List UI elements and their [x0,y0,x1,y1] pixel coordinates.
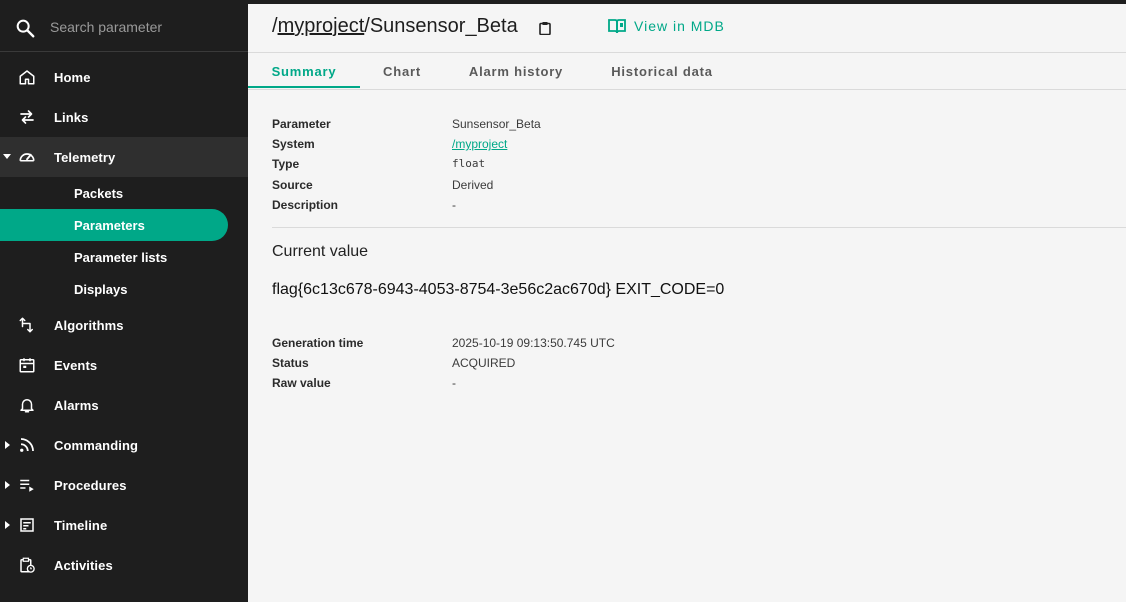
field-label: Type [272,157,300,171]
section-divider [272,227,1126,228]
sidebar-item-alarms[interactable]: Alarms [0,385,248,425]
main-content: /myproject/Sunsensor_Beta View in MDB Su… [248,4,1126,602]
sidebar-item-label: Links [54,109,89,125]
sidebar-subitem-packets[interactable]: Packets [0,177,228,209]
active-tab-indicator [248,86,360,88]
top-strip [0,0,1126,4]
gauge-icon [19,153,35,162]
tab-alarm-history[interactable]: Alarm history [450,53,582,89]
tab-historical-data[interactable]: Historical data [592,53,732,89]
field-label: Raw value [272,376,331,390]
sidebar-item-label: Commanding [54,437,139,453]
sidebar: Home Links Telemetry Packets Parameters … [0,0,248,602]
tab-label: Alarm history [468,63,564,79]
sidebar-item-label: Alarms [54,397,99,413]
caret-right-icon [5,481,10,489]
search-bar [0,4,248,52]
sidebar-subitem-label: Displays [74,281,128,297]
view-in-mdb-label: View in MDB [634,18,725,34]
caret-right-icon [5,521,10,529]
sidebar-subitem-label: Parameter lists [74,249,168,265]
field-value: ACQUIRED [452,356,516,370]
algorithm-icon [19,317,33,333]
sidebar-item-label: Telemetry [54,149,116,165]
field-value: Sunsensor_Beta [452,117,541,131]
tab-chart[interactable]: Chart [360,53,444,89]
clipboard-clock-icon [20,557,35,573]
tab-label: Chart [383,63,421,79]
current-value: flag{6c13c678-6943-4053-8754-3e56c2ac670… [272,281,725,298]
title-parameter-name: /Sunsensor_Beta [364,15,518,37]
field-label: System [272,137,315,151]
sidebar-item-activities[interactable]: Activities [0,545,248,585]
field-value: 2025-10-19 09:13:50.745 UTC [452,336,615,350]
search-input[interactable] [50,16,235,38]
swap-arrows-icon [20,110,34,124]
current-value-heading: Current value [272,243,369,260]
rss-feed-icon [20,438,34,452]
sidebar-item-algorithms[interactable]: Algorithms [0,305,248,345]
sidebar-item-home[interactable]: Home [0,57,248,97]
sidebar-item-timeline[interactable]: Timeline [0,505,248,545]
timeline-icon [20,518,34,532]
field-value: - [452,376,456,390]
sidebar-item-procedures[interactable]: Procedures [0,465,248,505]
system-link[interactable]: /myproject [452,137,507,151]
sidebar-subitem-parameters[interactable]: Parameters [0,209,228,241]
sidebar-subitem-parameter-lists[interactable]: Parameter lists [0,241,228,273]
view-in-mdb-link[interactable]: View in MDB [608,18,725,34]
bell-icon [20,399,34,413]
field-label: Description [272,198,339,212]
sidebar-item-label: Events [54,357,98,373]
clipboard-icon[interactable] [538,21,552,35]
sidebar-item-label: Procedures [54,477,127,493]
home-icon [19,70,35,85]
field-label: Parameter [272,117,331,131]
field-value: float [452,157,486,170]
sidebar-item-commanding[interactable]: Commanding [0,425,248,465]
sidebar-item-links[interactable]: Links [0,97,248,137]
sidebar-item-label: Activities [54,557,113,573]
playlist-play-icon [20,479,34,492]
calendar-icon [19,358,35,373]
field-label: Generation time [272,336,364,350]
page-title: /myproject/Sunsensor_Beta [272,15,518,38]
field-label: Status [272,356,309,370]
sidebar-item-label: Home [54,69,91,85]
field-value: /myproject [452,137,507,151]
tab-bar: Summary Chart Alarm history Historical d… [248,53,1126,90]
sidebar-item-events[interactable]: Events [0,345,248,385]
tab-summary[interactable]: Summary [248,53,360,89]
caret-right-icon [5,441,10,449]
page-header: /myproject/Sunsensor_Beta View in MDB [248,4,1126,53]
system-breadcrumb-link[interactable]: myproject [278,15,365,37]
sidebar-subitem-label: Packets [74,185,124,201]
field-label: Source [272,178,313,192]
caret-down-icon [3,154,11,159]
tab-label: Summary [271,63,337,79]
sidebar-item-label: Timeline [54,517,108,533]
field-value: - [452,198,456,212]
field-value: Derived [452,178,494,192]
tab-label: Historical data [611,63,713,79]
sidebar-item-telemetry[interactable]: Telemetry [0,137,248,177]
search-icon [16,19,35,38]
book-icon [608,19,626,34]
sidebar-subitem-label: Parameters [74,217,145,233]
sidebar-item-label: Algorithms [54,317,124,333]
sidebar-subitem-displays[interactable]: Displays [0,273,228,305]
